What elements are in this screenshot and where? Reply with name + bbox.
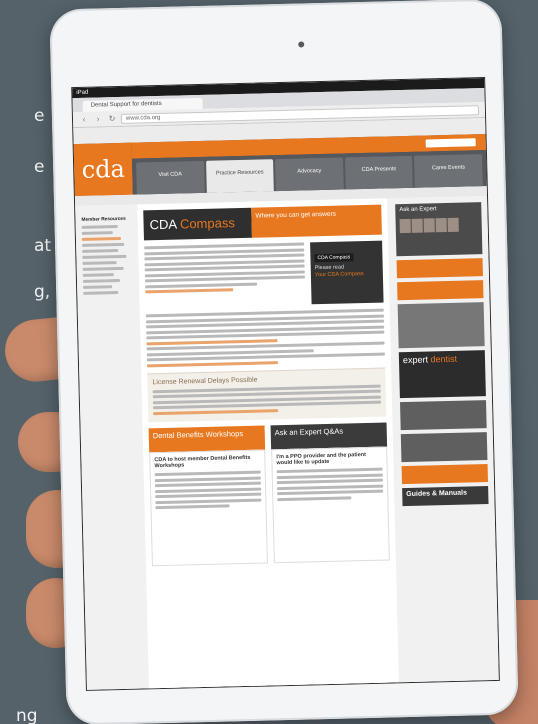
compass-callout[interactable]: CDA Compass Please read Your CDA Compass	[310, 240, 384, 305]
forward-icon[interactable]: ›	[93, 114, 103, 124]
nav-item[interactable]: CDA Presents	[344, 155, 414, 190]
promo-mid-2[interactable]	[400, 432, 488, 463]
site-header: cda Visit CDA Practice Resources Advocac…	[73, 134, 487, 197]
dental-benefits-heading[interactable]: Dental Benefits Workshops	[148, 425, 266, 453]
callout-pill: CDA Compass	[314, 253, 354, 263]
main-content: CDA Compass Where you can get answers CD…	[137, 198, 400, 691]
right-sidebar: Ask an Expert expert dentist Guides & Ma…	[387, 196, 499, 688]
cda-logo[interactable]: cda	[73, 142, 133, 197]
promo-orange-1[interactable]	[396, 258, 483, 279]
dental-benefits-column: Dental Benefits Workshops CDA to host me…	[148, 425, 268, 567]
left-nav-heading: Member Resources	[81, 216, 126, 223]
ask-expert-promo[interactable]: Ask an Expert	[395, 202, 483, 257]
nav-item[interactable]: Cares Events	[414, 154, 483, 188]
site-search-input[interactable]	[425, 138, 476, 148]
compass-tagline: Where you can get answers	[251, 204, 382, 238]
header-right: Visit CDA Practice Resources Advocacy CD…	[131, 134, 487, 195]
promo-orange-2[interactable]	[397, 280, 484, 301]
compass-banner[interactable]: CDA Compass Where you can get answers	[143, 204, 382, 241]
ask-expert-column: Ask an Expert Q&As I'm a PPO provider an…	[270, 422, 390, 564]
camera-icon	[298, 41, 305, 48]
side-text-line: g,	[34, 282, 51, 302]
ask-expert-heading[interactable]: Ask an Expert Q&As	[270, 422, 388, 450]
promo-orange-3[interactable]	[401, 464, 488, 485]
side-text-line: ng	[16, 706, 38, 724]
tablet-screen: iPad Dental Support for dentists ‹ › ↻ w…	[71, 77, 500, 691]
promo-gray[interactable]	[397, 302, 485, 349]
guides-manuals-link[interactable]: Guides & Manuals	[402, 486, 489, 507]
dental-benefits-body: CDA to host member Dental Benefits Works…	[149, 449, 268, 567]
utility-link[interactable]	[470, 123, 472, 129]
welcome-section: CDA Compass Please read Your CDA Compass	[144, 240, 384, 309]
nav-item[interactable]: Advocacy	[275, 157, 344, 192]
page-body: Member Resources CDA Compass Where you c…	[75, 195, 499, 691]
body-paragraph	[145, 308, 385, 367]
side-text-line: e	[34, 106, 45, 126]
ask-expert-body: I'm a PPO provider and the patient would…	[271, 446, 390, 564]
license-notice: License Renewal Delays Possible	[147, 367, 387, 423]
nav-item-active[interactable]: Practice Resources	[205, 159, 275, 193]
expert-dentist-promo[interactable]: expert dentist	[398, 350, 486, 399]
feature-columns: Dental Benefits Workshops CDA to host me…	[148, 422, 390, 567]
side-text-line: e	[34, 157, 45, 177]
compass-title: CDA Compass	[143, 207, 252, 241]
reload-icon[interactable]: ↻	[107, 114, 117, 124]
nav-item[interactable]: Visit CDA	[136, 160, 205, 195]
callout-text: Please read Your CDA Compass	[314, 264, 364, 279]
side-text-line: at	[34, 236, 52, 256]
tablet-device: iPad Dental Support for dentists ‹ › ↻ w…	[49, 0, 519, 724]
back-icon[interactable]: ‹	[79, 114, 89, 124]
welcome-paragraph	[144, 242, 305, 308]
expert-faces	[399, 217, 478, 234]
license-heading: License Renewal Delays Possible	[152, 376, 258, 386]
promo-mid-1[interactable]	[400, 400, 487, 431]
